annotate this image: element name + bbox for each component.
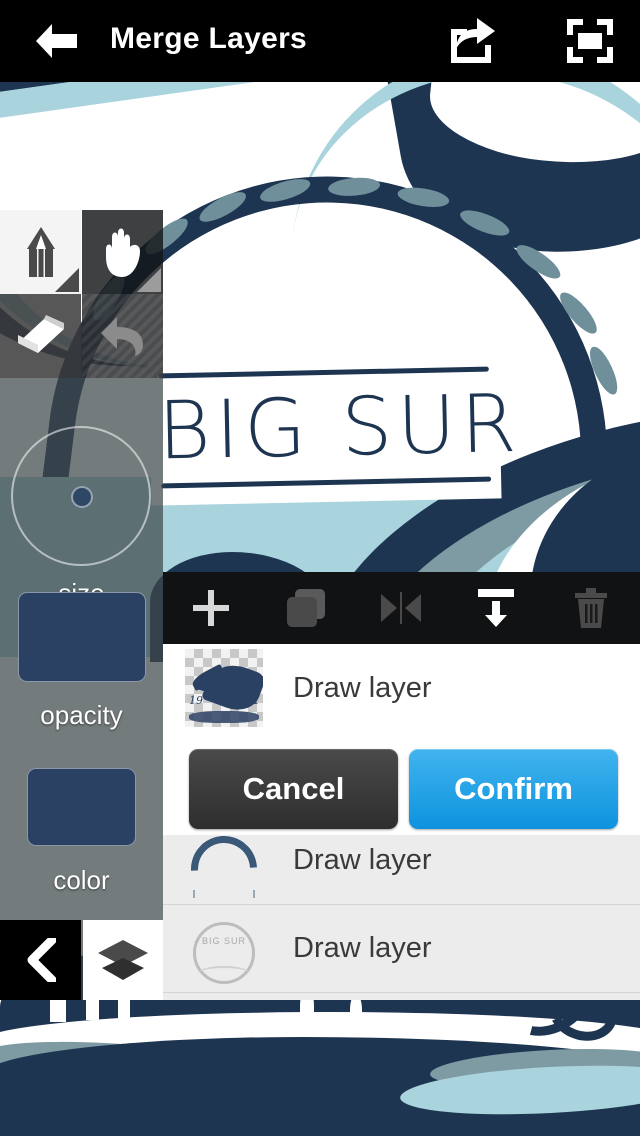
bottom-left-buttons xyxy=(0,920,163,1000)
thumb-tick-left xyxy=(193,889,195,898)
layer-name: Draw layer xyxy=(293,932,432,964)
chevron-left-icon xyxy=(27,938,56,982)
eraser-icon xyxy=(17,315,64,353)
hand-corner-indicator xyxy=(137,268,161,292)
opacity-label: opacity xyxy=(40,700,123,730)
panel-back-button[interactable] xyxy=(0,920,81,1000)
share-icon xyxy=(451,18,495,63)
layers-icon xyxy=(98,940,148,980)
flip-layer-button[interactable] xyxy=(353,572,448,644)
layers-panel-button[interactable] xyxy=(83,920,163,1000)
confirm-dialog-actions: Cancel Confirm xyxy=(163,745,640,835)
share-button[interactable] xyxy=(430,0,514,82)
plate-rule-bottom xyxy=(161,476,492,489)
copy-icon xyxy=(286,589,325,627)
top-bar: Merge Layers xyxy=(0,0,640,82)
hand-tool-button[interactable] xyxy=(82,210,163,294)
confirm-button[interactable]: Confirm xyxy=(409,749,618,829)
back-button[interactable] xyxy=(18,0,94,82)
mirror-icon xyxy=(380,592,421,624)
fullscreen-button[interactable] xyxy=(548,0,632,82)
layer-name: Draw layer xyxy=(293,844,432,876)
plate-rule-top xyxy=(158,366,489,379)
add-layer-button[interactable] xyxy=(163,572,258,644)
plus-icon xyxy=(192,590,229,626)
layer-row[interactable]: 19 31 Draw layer xyxy=(163,644,640,732)
duplicate-layer-button[interactable] xyxy=(258,572,353,644)
undo-tool-button[interactable] xyxy=(82,294,163,378)
arrow-left-icon xyxy=(36,24,77,58)
undo-icon xyxy=(100,317,143,356)
sketch-thumbnail: · BIG SUR · xyxy=(185,909,263,988)
layer-name: Draw layer xyxy=(293,671,432,704)
tool-grid xyxy=(0,210,163,378)
brush-size-dot[interactable] xyxy=(71,486,93,508)
merge-down-button[interactable] xyxy=(448,572,543,644)
whale-body xyxy=(201,657,263,717)
thumb-number-left: 19 xyxy=(189,694,203,707)
thumb-number-right: 31 xyxy=(246,694,260,707)
layer-toolbar xyxy=(163,572,640,644)
delete-layer-button[interactable] xyxy=(543,572,638,644)
pencil-icon xyxy=(26,227,55,277)
brush-corner-indicator xyxy=(55,268,79,292)
whale-thumbnail: 19 31 xyxy=(185,649,263,727)
page-title: Merge Layers xyxy=(110,22,308,55)
color-swatch[interactable] xyxy=(27,768,136,846)
opacity-swatch[interactable] xyxy=(18,592,146,682)
brush-tool-button[interactable] xyxy=(0,210,81,294)
cancel-button[interactable]: Cancel xyxy=(189,749,398,829)
tool-column: size opacity color xyxy=(0,210,163,1000)
fullscreen-icon xyxy=(567,19,613,63)
whale-water xyxy=(189,711,259,723)
sketch-grass xyxy=(197,965,251,982)
eraser-tool-button[interactable] xyxy=(0,294,81,378)
bigsur-headline: BIG SUR xyxy=(157,376,523,478)
merge-down-icon xyxy=(477,589,514,627)
sketch-thumb-text: · BIG SUR · xyxy=(194,935,254,946)
layer-row[interactable]: · BIG SUR · Draw layer xyxy=(163,905,640,993)
color-label: color xyxy=(53,865,110,895)
thumb-tick-right xyxy=(253,889,255,898)
bigsur-plate: BIG SUR xyxy=(148,348,523,506)
trash-icon xyxy=(574,588,607,628)
